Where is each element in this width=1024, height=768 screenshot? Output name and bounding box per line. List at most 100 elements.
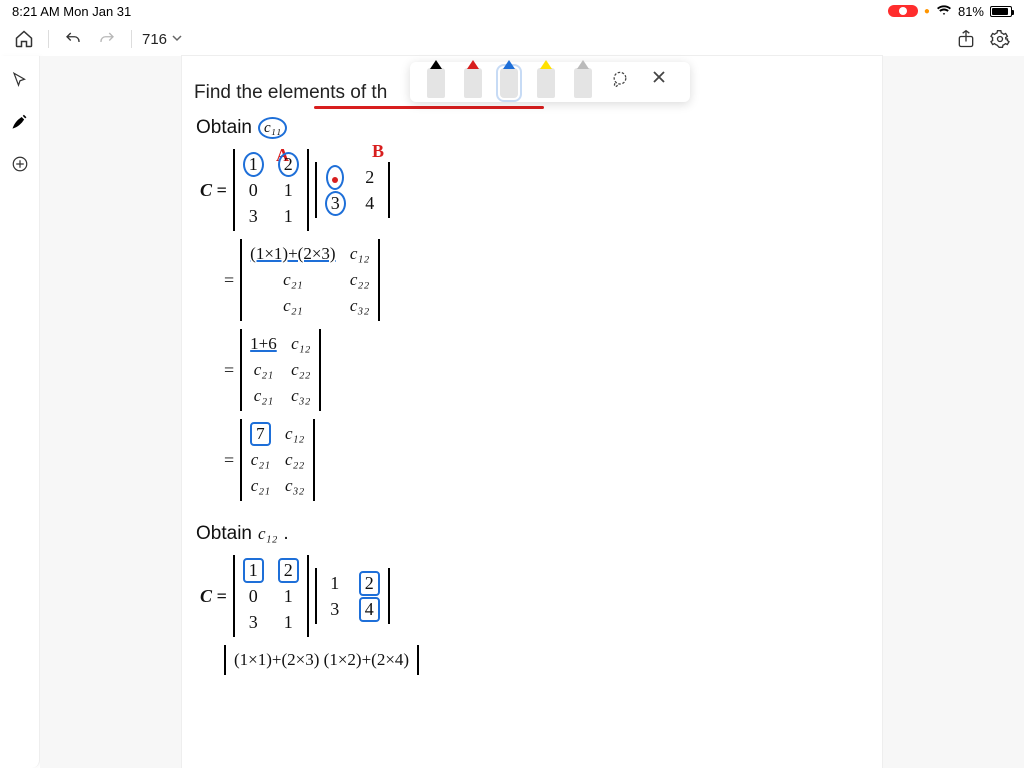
a32: 1 xyxy=(278,206,299,227)
a11-boxed: 1 xyxy=(243,558,264,583)
equation-c-def-2: C = 1 2 0 1 3 1 1 2 3 4 xyxy=(200,555,870,637)
c12: c₁₂ xyxy=(350,244,370,264)
equation-step3: = 7 c₁₂ c₂₁ c₂₂ c₂₁ c₃₂ xyxy=(224,419,870,501)
lasso-tool-icon[interactable] xyxy=(610,69,632,91)
c22: c₂₂ xyxy=(291,360,311,380)
obtain-c11-line: Obtain c₁₁ xyxy=(196,117,870,139)
c22: c₂₂ xyxy=(285,450,305,470)
battery-percent: 81% xyxy=(958,4,984,19)
add-tool[interactable] xyxy=(6,150,34,178)
matrix-step2: 1+6 c₁₂ c₂₁ c₂₂ c₂₁ c₃₂ xyxy=(240,329,321,411)
app-toolbar: 716 xyxy=(0,22,1024,56)
c12: c₁₂ xyxy=(291,334,311,354)
a21: 0 xyxy=(243,180,264,201)
pen-color-bar xyxy=(410,62,690,102)
c21: c₂₁ xyxy=(250,450,271,470)
undo-button[interactable] xyxy=(59,25,87,53)
b22-boxed: 4 xyxy=(359,597,380,622)
b21-circled: 3 xyxy=(325,191,346,216)
a22: 1 xyxy=(278,586,299,607)
equation-step2: = 1+6 c₁₂ c₂₁ c₂₂ c₂₁ c₃₂ xyxy=(224,329,870,411)
a32: 1 xyxy=(278,612,299,633)
pen-grey[interactable] xyxy=(574,68,592,98)
a31: 3 xyxy=(243,612,264,633)
recording-indicator[interactable] xyxy=(888,5,918,17)
b12-boxed: 2 xyxy=(359,571,380,596)
c32: c₃₂ xyxy=(291,386,311,406)
a11-circled: 1 xyxy=(243,152,264,177)
c21: c₂₁ xyxy=(250,360,277,380)
matrix-a-2: 1 2 0 1 3 1 xyxy=(233,555,309,637)
a21: 0 xyxy=(243,586,264,607)
orange-dot-indicator: ● xyxy=(924,6,930,17)
matrix-a: 1 2 0 1 3 1 xyxy=(233,149,309,231)
equals-sign: = xyxy=(224,270,234,291)
c12: c₁₂ xyxy=(285,424,305,444)
battery-icon xyxy=(990,6,1012,17)
settings-button[interactable] xyxy=(986,25,1014,53)
document-title-dropdown[interactable]: 716 xyxy=(142,31,183,48)
obtain-label: Obtain xyxy=(196,117,252,139)
equation-step1: = (1×1)+(2×3) c₁₂ c₂₁ c₂₂ c₂₁ c₃₂ xyxy=(224,239,870,321)
status-right: ● 81% xyxy=(888,4,1012,19)
a31: 3 xyxy=(243,206,264,227)
main-area: Find the elements of th Obtain c₁₁ A B C… xyxy=(0,56,1024,768)
redo-button[interactable] xyxy=(93,25,121,53)
a12-circled: 2 xyxy=(278,152,299,177)
matrix-step3: 7 c₁₂ c₂₁ c₂₂ c₂₁ c₃₂ xyxy=(240,419,315,501)
pen-blue[interactable] xyxy=(500,68,518,98)
step3-tl-boxed: 7 xyxy=(250,422,271,446)
handwritten-b: B xyxy=(372,141,384,162)
obtain-c12-line: Obtain c₁₂ . xyxy=(196,523,870,545)
left-tool-tray xyxy=(0,56,40,768)
toolbar-divider xyxy=(48,30,49,48)
step1-tl: (1×1)+(2×3) xyxy=(250,244,335,264)
pen-tool[interactable] xyxy=(6,108,34,136)
matrix-step4: (1×1)+(2×3) (1×2)+(2×4) xyxy=(224,645,419,675)
c31: c₂₁ xyxy=(250,386,277,406)
step4-row: (1×1)+(2×3) (1×2)+(2×4) xyxy=(234,650,409,670)
c-equals: C = xyxy=(200,180,227,201)
c32: c₃₂ xyxy=(285,476,305,496)
period: . xyxy=(283,523,288,545)
circle-c11-annotation: c₁₁ xyxy=(258,117,287,139)
status-bar: 8:21 AM Mon Jan 31 ● 81% xyxy=(0,0,1024,22)
pointer-tool[interactable] xyxy=(6,66,34,94)
b11: 1 xyxy=(325,573,345,594)
c32: c₃₂ xyxy=(350,296,370,316)
wifi-icon xyxy=(936,4,952,19)
toolbar-divider xyxy=(131,30,132,48)
matrix-b-2: 1 2 3 4 xyxy=(315,568,390,624)
equals-sign: = xyxy=(224,360,234,381)
matrix-step1: (1×1)+(2×3) c₁₂ c₂₁ c₂₂ c₂₁ c₃₂ xyxy=(240,239,379,321)
home-button[interactable] xyxy=(10,25,38,53)
share-button[interactable] xyxy=(952,25,980,53)
chevron-down-icon xyxy=(171,31,183,48)
document-title: 716 xyxy=(142,31,167,48)
c22: c₂₂ xyxy=(350,270,370,290)
b22: 4 xyxy=(360,193,380,214)
close-icon[interactable] xyxy=(651,69,673,91)
b12: 2 xyxy=(360,167,380,188)
c31: c₂₁ xyxy=(250,296,335,316)
pen-yellow[interactable] xyxy=(537,68,555,98)
a12-boxed: 2 xyxy=(278,558,299,583)
equation-c-def: A B C = 1 2 0 1 3 1 2 3 4 xyxy=(200,149,870,231)
red-underline-annotation xyxy=(314,106,544,109)
equation-step4: (1×1)+(2×3) (1×2)+(2×4) xyxy=(224,645,870,675)
step2-tl: 1+6 xyxy=(250,334,277,354)
obtain-label: Obtain xyxy=(196,523,252,545)
canvas[interactable]: Find the elements of th Obtain c₁₁ A B C… xyxy=(40,56,1024,768)
b11-circled xyxy=(326,165,344,190)
b21: 3 xyxy=(325,599,345,620)
document-page: Find the elements of th Obtain c₁₁ A B C… xyxy=(182,56,882,768)
c12-target: c₁₂ xyxy=(258,524,277,544)
pen-red[interactable] xyxy=(464,68,482,98)
c-equals: C = xyxy=(200,586,227,607)
a22: 1 xyxy=(278,180,299,201)
c21: c₂₁ xyxy=(250,270,335,290)
status-time-date: 8:21 AM Mon Jan 31 xyxy=(12,4,131,19)
pen-black[interactable] xyxy=(427,68,445,98)
equals-sign: = xyxy=(224,450,234,471)
red-dot-annotation xyxy=(332,177,338,183)
